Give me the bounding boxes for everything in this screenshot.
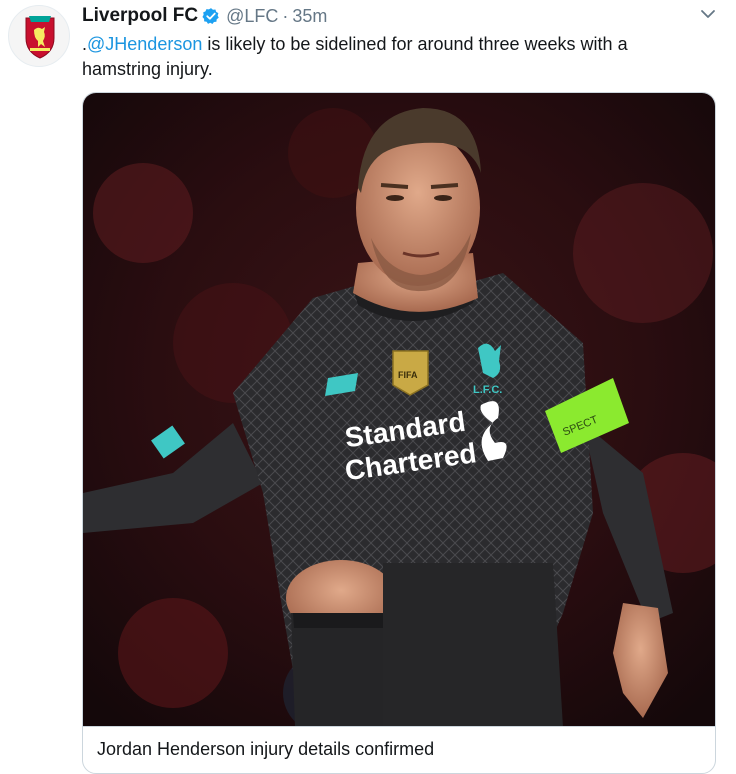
verified-badge-icon (202, 8, 219, 25)
display-name[interactable]: Liverpool FC (82, 5, 198, 27)
crest-text: L.F.C. (473, 384, 502, 396)
link-card[interactable]: SPECT FIFA L.F.C. Standard Chartered Jor… (82, 92, 716, 774)
card-divider (83, 726, 715, 727)
avatar[interactable] (8, 5, 70, 67)
separator: · (282, 5, 289, 26)
timestamp[interactable]: 35m (292, 6, 327, 27)
badge-text: FIFA (398, 370, 418, 380)
tweet[interactable]: Liverpool FC @LFC · 35m .@JHenderson is … (0, 0, 736, 774)
chevron-down-icon[interactable] (700, 6, 716, 22)
card-title[interactable]: Jordan Henderson injury details confirme… (97, 739, 434, 760)
tweet-header: Liverpool FC @LFC · 35m (82, 4, 327, 28)
handle[interactable]: @LFC (226, 6, 278, 27)
tweet-text: .@JHenderson is likely to be sidelined f… (82, 32, 702, 82)
mention-link[interactable]: @JHenderson (87, 34, 202, 54)
liverbird-crest-icon (25, 16, 55, 59)
card-image: SPECT FIFA L.F.C. Standard Chartered (83, 93, 715, 727)
